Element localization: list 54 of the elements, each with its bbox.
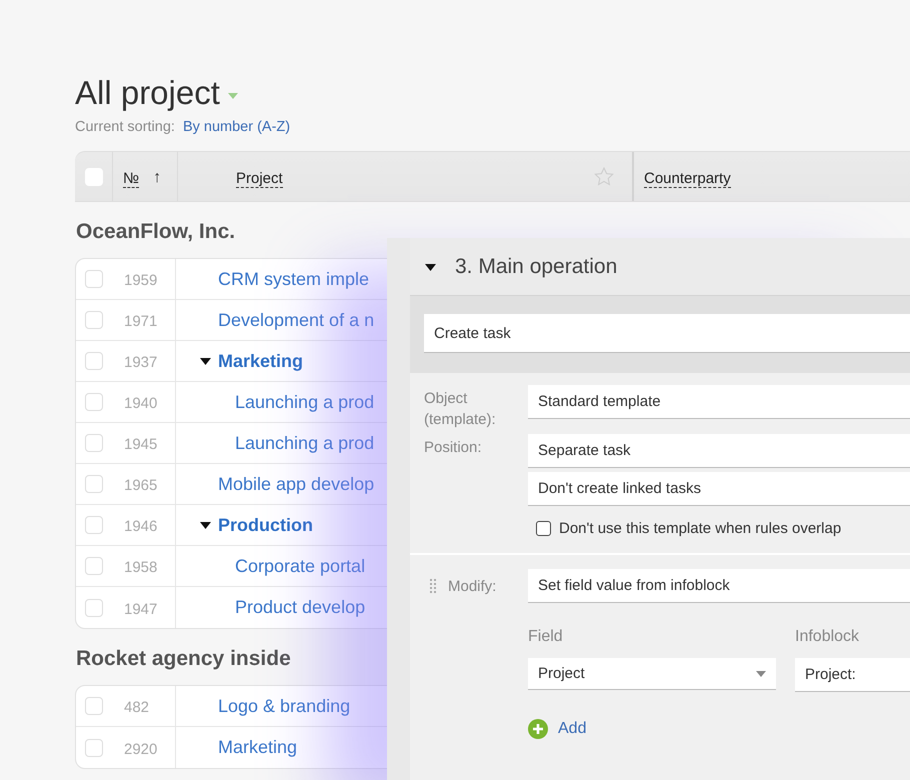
column-label: Field [528,628,564,646]
position-field[interactable]: Separate task [528,434,910,468]
column-header[interactable]: Counterparty [644,170,731,188]
row-number: 1959 [113,259,176,299]
row-number: 1946 [113,505,176,545]
template-field[interactable]: Standard template [528,385,910,419]
caret-icon[interactable] [200,358,211,364]
row-number: 1947 [113,587,176,628]
field-label: Object (template): [424,389,497,430]
project-link[interactable]: Corporate portal [235,556,366,576]
drag-handle-icon [430,579,436,593]
project-link[interactable]: Product develop [235,597,366,618]
column-header[interactable]: № [123,170,140,188]
dropdown-arrow-icon [756,670,766,676]
field-label: Position: [424,438,483,458]
add-button[interactable]: Add [528,719,910,739]
column-header[interactable]: Project [236,170,283,188]
project-link[interactable]: CRM system imple [218,268,370,290]
project-link[interactable]: Marketing [218,737,298,758]
checkbox-label: Don't use this template when rules overlap [559,520,842,537]
field-label: Modify: [448,576,496,596]
field-select[interactable]: Project [528,658,776,690]
caret-icon[interactable] [425,264,436,271]
infoblock-field[interactable]: Project: [795,658,910,692]
group-title: OceanFlow, Inc. [76,219,236,245]
project-link[interactable]: Development of a n [218,310,374,330]
group-title: Rocket agency inside [76,646,292,672]
project-link[interactable]: Launching a prod [235,432,374,454]
project-link[interactable]: Launching a prod [235,392,374,412]
sorting-label: Current sorting: [75,119,175,135]
caret-icon [228,93,238,99]
sort-arrow-icon[interactable]: ↑ [153,168,162,186]
action-field[interactable]: Create task [424,314,910,353]
row-number: 482 [113,686,176,726]
column-label: Infoblock [795,628,860,646]
page-title: All project [75,73,220,113]
row-number: 1965 [113,464,176,504]
row-number: 1940 [113,382,176,422]
linked-tasks-field[interactable]: Don't create linked tasks [528,472,910,506]
project-link[interactable]: Logo & branding [218,696,350,716]
modify-field[interactable]: Set field value from infoblock [528,569,910,603]
row-number: 2920 [113,727,176,768]
row-number: 1958 [113,546,176,586]
row-number: 1937 [113,341,176,381]
folder-link[interactable]: Marketing [218,350,304,372]
folder-link[interactable]: Production [218,514,313,536]
checkbox[interactable] [536,521,551,536]
section-title: 3. Main operation [455,254,618,278]
row-number: 1971 [113,300,176,340]
plus-icon [528,719,548,739]
caret-icon[interactable] [200,522,211,528]
row-number: 1945 [113,423,176,463]
project-link[interactable]: Mobile app develop [218,474,374,494]
sorting-link[interactable]: By number (A-Z) [182,119,290,135]
